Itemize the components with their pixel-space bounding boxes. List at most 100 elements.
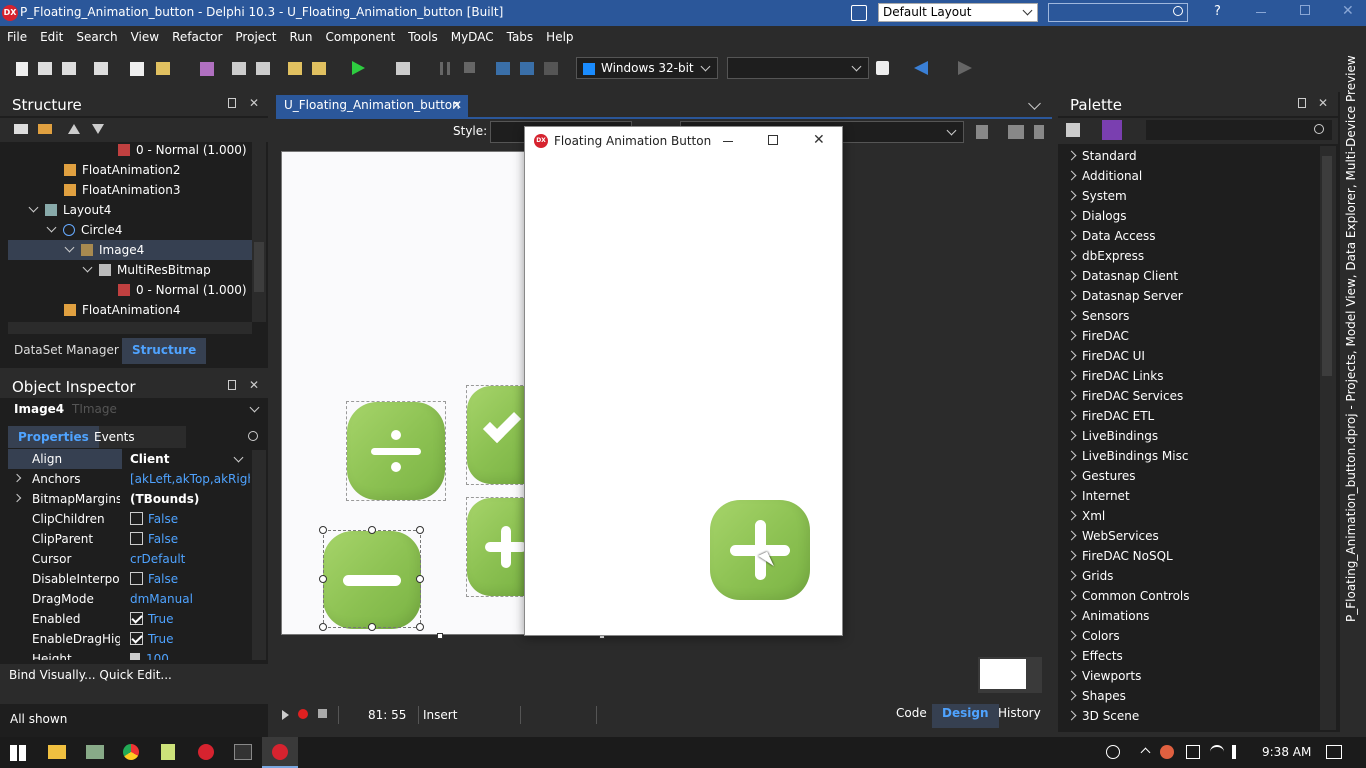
property-row-anchors[interactable]: Anchors [akLeft,akTop,akRight,a	[8, 469, 250, 489]
resize-handle[interactable]	[368, 526, 376, 534]
palette-category[interactable]: FireDAC UI	[1062, 346, 1320, 366]
resize-handle[interactable]	[319, 623, 327, 631]
palette-category[interactable]: FireDAC NoSQL	[1062, 546, 1320, 566]
device-settings-icon[interactable]	[1008, 125, 1024, 139]
notifications-icon[interactable]	[1326, 745, 1342, 759]
menu-edit[interactable]: Edit	[33, 26, 69, 44]
palette-category[interactable]: Grids	[1062, 566, 1320, 586]
property-value[interactable]: False	[122, 569, 250, 589]
chevron-right-icon[interactable]	[1066, 310, 1077, 321]
property-value[interactable]: crDefault	[122, 549, 250, 569]
floating-plus-button[interactable]	[710, 500, 810, 600]
menu-file[interactable]: File	[0, 26, 33, 44]
close-window-button[interactable]: ✕	[813, 132, 825, 148]
palette-category[interactable]: FireDAC	[1062, 326, 1320, 346]
palette-category[interactable]: Datasnap Server	[1062, 286, 1320, 306]
chevron-right-icon[interactable]	[1066, 630, 1077, 641]
chevron-right-icon[interactable]	[1066, 150, 1077, 161]
palette-category[interactable]: 3D Scene	[1062, 706, 1320, 726]
palette-category[interactable]: Gestures	[1062, 466, 1320, 486]
collapse-all-icon[interactable]	[38, 124, 52, 134]
arrow-up-icon[interactable]	[68, 124, 80, 134]
palette-search-input[interactable]	[1146, 120, 1332, 140]
property-row-bitmapmargins[interactable]: BitmapMargins (TBounds)	[8, 489, 250, 509]
forward-arrow-icon[interactable]	[958, 61, 972, 75]
pause-icon[interactable]	[440, 62, 450, 75]
close-window-button[interactable]: ✕	[1342, 3, 1354, 19]
clock[interactable]: 9:38 AM	[1262, 745, 1311, 759]
chevron-right-icon[interactable]	[1066, 610, 1077, 621]
back-arrow-icon[interactable]	[914, 61, 928, 75]
config-selector[interactable]	[727, 57, 869, 79]
new-items-icon[interactable]	[130, 62, 144, 76]
chevron-right-icon[interactable]	[1066, 190, 1077, 201]
tree-row[interactable]: FloatAnimation3	[8, 180, 252, 200]
save-icon[interactable]	[200, 62, 214, 76]
menu-search[interactable]: Search	[69, 26, 123, 44]
terminal-icon[interactable]	[234, 744, 252, 760]
layout-icon[interactable]	[851, 5, 867, 21]
chevron-right-icon[interactable]	[1066, 570, 1077, 581]
app-icon[interactable]	[86, 745, 104, 759]
volume-icon[interactable]	[1232, 745, 1246, 759]
chevron-right-icon[interactable]	[1066, 510, 1077, 521]
palette-category[interactable]: Effects	[1062, 646, 1320, 666]
palette-category[interactable]: Animations	[1062, 606, 1320, 626]
chrome-icon[interactable]	[123, 744, 139, 760]
tab-design[interactable]: Design	[932, 704, 999, 728]
property-row-cursor[interactable]: Cursor crDefault	[8, 549, 250, 569]
open-icon[interactable]	[38, 62, 52, 75]
chevron-right-icon[interactable]	[1066, 590, 1077, 601]
chevron-right-icon[interactable]	[1066, 550, 1077, 561]
layout-selector[interactable]: Default Layout	[878, 3, 1038, 22]
checkbox-checked[interactable]	[130, 632, 143, 645]
property-row-clipchildren[interactable]: ClipChildren False	[8, 509, 250, 529]
ide-search-input[interactable]	[1048, 3, 1188, 22]
tab-events[interactable]: Events	[94, 430, 135, 444]
view-settings-icon[interactable]	[976, 125, 988, 139]
pin-icon[interactable]	[228, 380, 236, 390]
minimize-button[interactable]	[723, 141, 733, 142]
palette-category[interactable]: System	[1062, 186, 1320, 206]
close-panel-icon[interactable]: ✕	[1318, 96, 1328, 110]
chevron-right-icon[interactable]	[1066, 330, 1077, 341]
tree-row-selected[interactable]: Image4	[8, 240, 252, 260]
delphi-active-taskbar-icon[interactable]	[262, 737, 298, 768]
view-form-icon[interactable]	[256, 62, 270, 75]
palette-category[interactable]: Common Controls	[1062, 586, 1320, 606]
menu-tools[interactable]: Tools	[401, 26, 444, 44]
chevron-up-icon[interactable]	[1140, 747, 1151, 758]
tab-structure[interactable]: Structure	[122, 338, 207, 364]
property-value[interactable]: [akLeft,akTop,akRight,a	[122, 469, 250, 489]
chevron-right-icon[interactable]	[1066, 410, 1077, 421]
floating-animation-window[interactable]: DX Floating Animation Button ✕	[524, 126, 843, 636]
palette-categories-icon[interactable]	[1066, 123, 1080, 137]
chevron-right-icon[interactable]	[1066, 490, 1077, 501]
chevron-right-icon[interactable]	[1066, 710, 1077, 721]
tree-row[interactable]: Circle4	[8, 220, 252, 240]
palette-side-tab[interactable]: P_Floating_Animation_button.dproj - Proj…	[1344, 55, 1358, 622]
chevron-down-icon[interactable]	[28, 202, 39, 213]
palette-category[interactable]: Dialogs	[1062, 206, 1320, 226]
add-file-icon[interactable]	[288, 62, 302, 75]
arrow-down-icon[interactable]	[92, 124, 104, 134]
tab-dataset-manager[interactable]: DataSet Manager	[14, 343, 119, 357]
form-resize-handle[interactable]	[437, 633, 443, 639]
wifi-icon[interactable]	[1210, 745, 1224, 759]
pin-icon[interactable]	[228, 98, 236, 108]
chevron-right-icon[interactable]	[1066, 450, 1077, 461]
property-row-height[interactable]: Height 100	[8, 649, 250, 660]
file-explorer-icon[interactable]	[48, 745, 66, 759]
chevron-right-icon[interactable]	[1066, 230, 1077, 241]
chevron-right-icon[interactable]	[1066, 530, 1077, 541]
chevron-down-icon[interactable]	[64, 242, 75, 253]
palette-category[interactable]: FireDAC Links	[1062, 366, 1320, 386]
property-value[interactable]: False	[122, 509, 250, 529]
resize-handle[interactable]	[319, 526, 327, 534]
object-selector[interactable]: Image4 TImage	[8, 399, 266, 421]
menu-view[interactable]: View	[124, 26, 165, 44]
minimize-button[interactable]	[1256, 12, 1266, 13]
checkbox[interactable]	[130, 572, 143, 585]
property-value[interactable]: Client	[122, 449, 250, 469]
remove-file-icon[interactable]	[312, 62, 326, 75]
